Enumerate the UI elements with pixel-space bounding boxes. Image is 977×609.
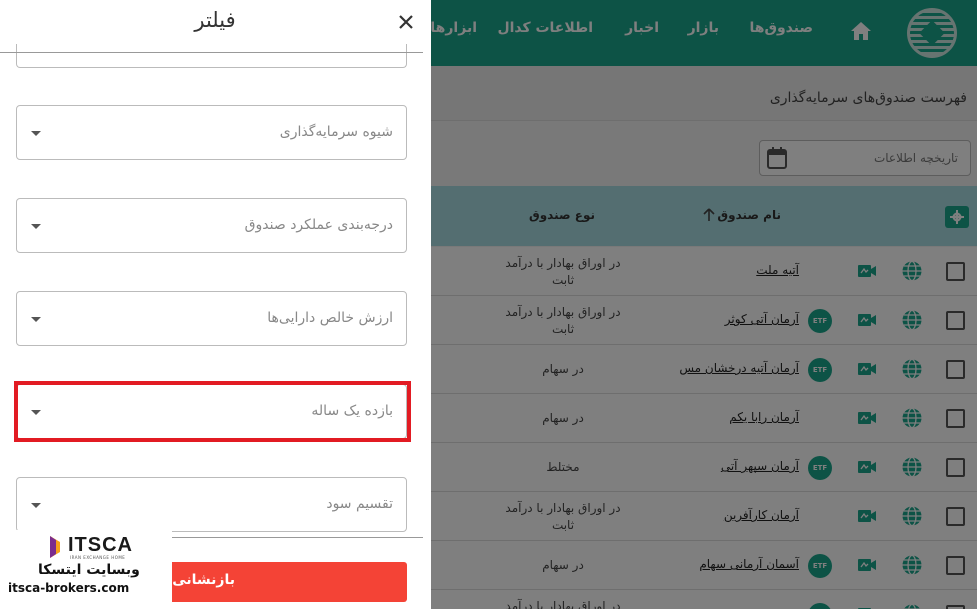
select-label: شیوه سرمایه‌گذاری xyxy=(279,124,393,140)
chevron-down-icon xyxy=(31,224,41,229)
watermark: ITSCA IRAN EXCHANGE HOME وبسایت ایتسکا i… xyxy=(0,530,172,609)
chevron-down-icon xyxy=(31,131,41,136)
select-performance-rating[interactable]: درجه‌بندی عملکرد صندوق xyxy=(16,198,407,253)
select-label: تقسیم سود xyxy=(326,496,393,512)
select-investment-style[interactable]: شیوه سرمایه‌گذاری xyxy=(16,105,407,160)
watermark-persian: وبسایت ایتسکا xyxy=(38,562,140,578)
watermark-tagline: IRAN EXCHANGE HOME xyxy=(70,555,126,560)
select-label: ارزش خالص دارایی‌ها xyxy=(267,310,393,326)
highlight-box xyxy=(14,381,411,442)
divider xyxy=(0,52,423,53)
chevron-down-icon xyxy=(31,317,41,322)
close-icon[interactable] xyxy=(396,12,416,32)
filter-field-partial[interactable] xyxy=(16,44,407,68)
filter-drawer: فیلتر شیوه سرمایه‌گذاری درجه‌بندی عملکرد… xyxy=(0,0,431,609)
itsca-logo-icon xyxy=(50,536,60,558)
select-dividend[interactable]: تقسیم سود xyxy=(16,477,407,532)
select-net-asset-value[interactable]: ارزش خالص دارایی‌ها xyxy=(16,291,407,346)
reset-label: بازنشانی xyxy=(172,572,235,588)
select-label: درجه‌بندی عملکرد صندوق xyxy=(244,217,393,233)
filter-title: فیلتر xyxy=(194,8,236,32)
chevron-down-icon xyxy=(31,503,41,508)
watermark-brand: ITSCA xyxy=(68,534,133,556)
watermark-url: itsca-brokers.com xyxy=(8,581,130,595)
